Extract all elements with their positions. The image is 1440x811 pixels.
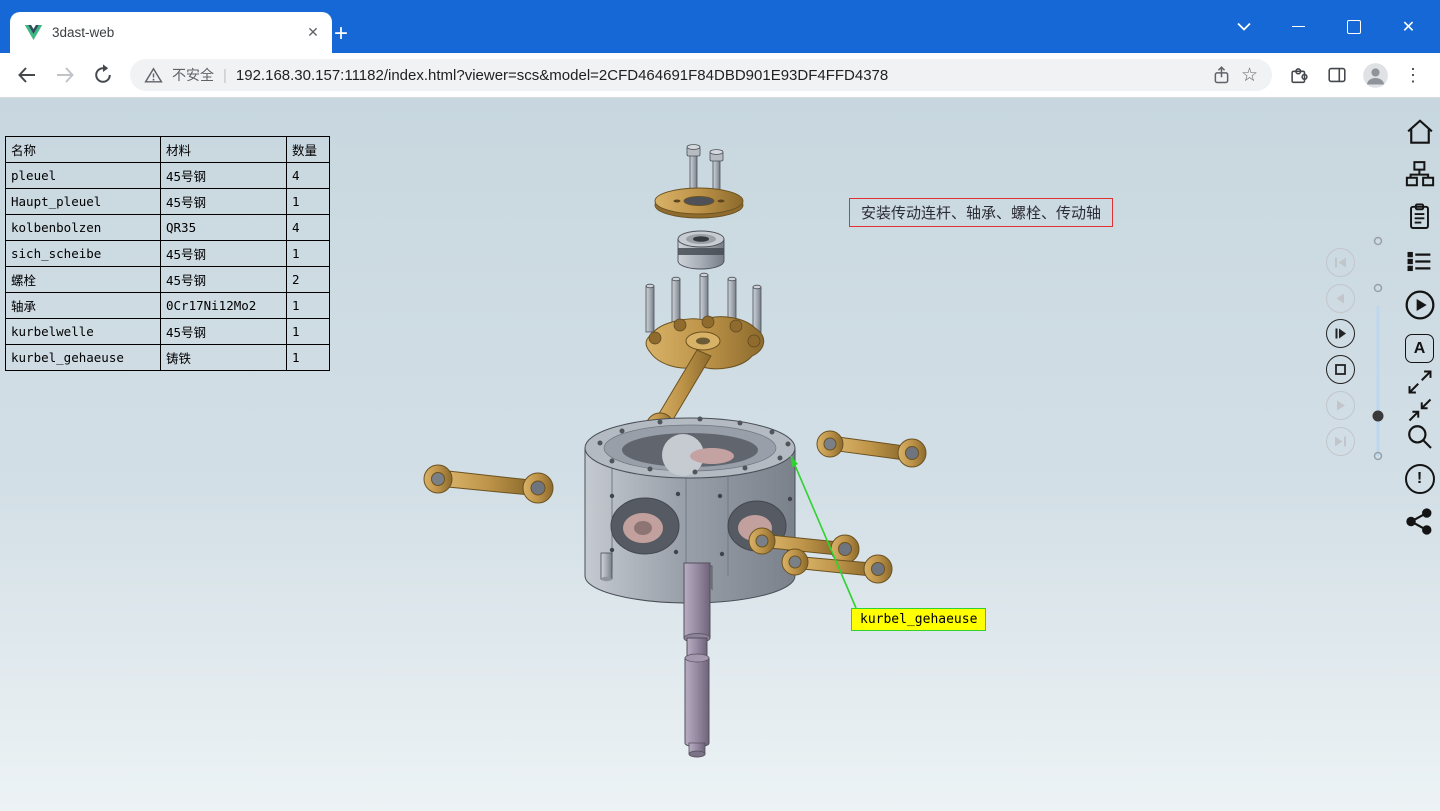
cell-material: QR35: [161, 215, 287, 241]
url-text[interactable]: 192.168.30.157:11182/index.html?viewer=s…: [236, 67, 1202, 84]
cell-name: kurbel_gehaeuse: [6, 345, 161, 371]
table-row: pleuel45号钢4: [6, 163, 330, 189]
spider-assembly: [646, 273, 764, 441]
cell-material: 0Cr17Ni12Mo2: [161, 293, 287, 319]
cell-material: 45号钢: [161, 267, 287, 293]
table-row: kurbel_gehaeuse铸铁1: [6, 345, 330, 371]
playback-stop-button[interactable]: [1326, 355, 1355, 384]
part-label[interactable]: kurbel_gehaeuse: [851, 608, 986, 631]
tab-title: 3dast-web: [52, 25, 293, 40]
crankshaft-part: [684, 563, 710, 757]
cell-material: 45号钢: [161, 163, 287, 189]
cell-name: Haupt_pleuel: [6, 189, 161, 215]
cell-name: 螺栓: [6, 267, 161, 293]
side-panel-icon[interactable]: [1318, 56, 1356, 94]
browser-titlebar: 3dast-web ✕ + ✕: [0, 0, 1440, 53]
bom-header-qty: 数量: [287, 137, 330, 163]
profile-avatar[interactable]: [1356, 56, 1394, 94]
cell-qty: 1: [287, 319, 330, 345]
slider-handle[interactable]: [1373, 411, 1384, 422]
cell-qty: 1: [287, 345, 330, 371]
security-warning-icon: [144, 66, 163, 85]
viewer-page: 名称 材料 数量 pleuel45号钢4 Haupt_pleuel45号钢1 k…: [0, 98, 1440, 811]
vue-logo-icon: [24, 24, 43, 41]
cell-qty: 4: [287, 215, 330, 241]
cell-qty: 1: [287, 293, 330, 319]
share-nodes-icon[interactable]: [1403, 505, 1436, 538]
cell-material: 铸铁: [161, 345, 287, 371]
window-chevron-button[interactable]: [1216, 0, 1271, 53]
playback-step-back-button[interactable]: [1326, 284, 1355, 313]
bom-header-name: 名称: [6, 137, 161, 163]
home-icon[interactable]: [1403, 115, 1436, 148]
browser-menu-kebab-icon[interactable]: ⋮: [1394, 56, 1432, 94]
step-slider[interactable]: [1368, 228, 1388, 468]
table-row: kolbenbolzenQR354: [6, 215, 330, 241]
window-close-button[interactable]: ✕: [1381, 0, 1436, 53]
bom-table: 名称 材料 数量 pleuel45号钢4 Haupt_pleuel45号钢1 k…: [5, 136, 330, 371]
table-row: 螺栓45号钢2: [6, 267, 330, 293]
cell-name: kurbelwelle: [6, 319, 161, 345]
minimize-icon: [1292, 26, 1305, 27]
play-circle-icon[interactable]: [1403, 288, 1436, 321]
cell-name: 轴承: [6, 293, 161, 319]
maximize-icon: [1347, 20, 1361, 34]
cell-qty: 2: [287, 267, 330, 293]
step-annotation: 安装传动连杆、轴承、螺栓、传动轴: [849, 198, 1113, 227]
security-label[interactable]: 不安全: [172, 65, 214, 85]
list-icon[interactable]: [1403, 245, 1436, 278]
cell-name: sich_scheibe: [6, 241, 161, 267]
cell-material: 45号钢: [161, 189, 287, 215]
tab-close-icon[interactable]: ✕: [302, 22, 324, 44]
window-minimize-button[interactable]: [1271, 0, 1326, 53]
table-row: sich_scheibe45号钢1: [6, 241, 330, 267]
playback-step-forward-button[interactable]: [1326, 319, 1355, 348]
cell-qty: 4: [287, 163, 330, 189]
cell-name: kolbenbolzen: [6, 215, 161, 241]
playback-skip-start-button[interactable]: [1326, 248, 1355, 277]
exclaim-glyph: !: [1417, 470, 1422, 488]
table-row: Haupt_pleuel45号钢1: [6, 189, 330, 215]
url-bar[interactable]: 不安全 | 192.168.30.157:11182/index.html?vi…: [130, 59, 1272, 91]
cell-name: pleuel: [6, 163, 161, 189]
table-row: 轴承0Cr17Ni12Mo21: [6, 293, 330, 319]
browser-toolbar: 不安全 | 192.168.30.157:11182/index.html?vi…: [0, 53, 1440, 98]
browser-tab[interactable]: 3dast-web ✕: [10, 12, 332, 53]
window-controls: ✕: [1216, 0, 1436, 53]
clipboard-icon[interactable]: [1403, 200, 1436, 233]
table-row: kurbelwelle45号钢1: [6, 319, 330, 345]
zoom-icon[interactable]: [1403, 420, 1436, 453]
bookmark-star-icon[interactable]: ☆: [1241, 66, 1258, 85]
cell-qty: 1: [287, 189, 330, 215]
back-button[interactable]: [8, 56, 46, 94]
reload-button[interactable]: [84, 56, 122, 94]
window-maximize-button[interactable]: [1326, 0, 1381, 53]
cell-material: 45号钢: [161, 319, 287, 345]
washer-part: [655, 188, 743, 218]
cell-qty: 1: [287, 241, 330, 267]
share-icon[interactable]: [1211, 65, 1232, 86]
playback-skip-end-button[interactable]: [1326, 427, 1355, 456]
bearing-part: [678, 231, 724, 269]
new-tab-button[interactable]: +: [326, 19, 356, 49]
a-glyph: A: [1414, 340, 1426, 358]
bom-header-material: 材料: [161, 137, 287, 163]
playback-play-button[interactable]: [1326, 391, 1355, 420]
cell-material: 45号钢: [161, 241, 287, 267]
exclamation-icon[interactable]: !: [1403, 462, 1436, 495]
annotation-a-icon[interactable]: A: [1403, 332, 1436, 365]
bom-header-row: 名称 材料 数量: [6, 137, 330, 163]
forward-button[interactable]: [46, 56, 84, 94]
url-divider: |: [223, 67, 227, 84]
extensions-puzzle-icon[interactable]: [1280, 56, 1318, 94]
structure-tree-icon[interactable]: [1403, 157, 1436, 190]
